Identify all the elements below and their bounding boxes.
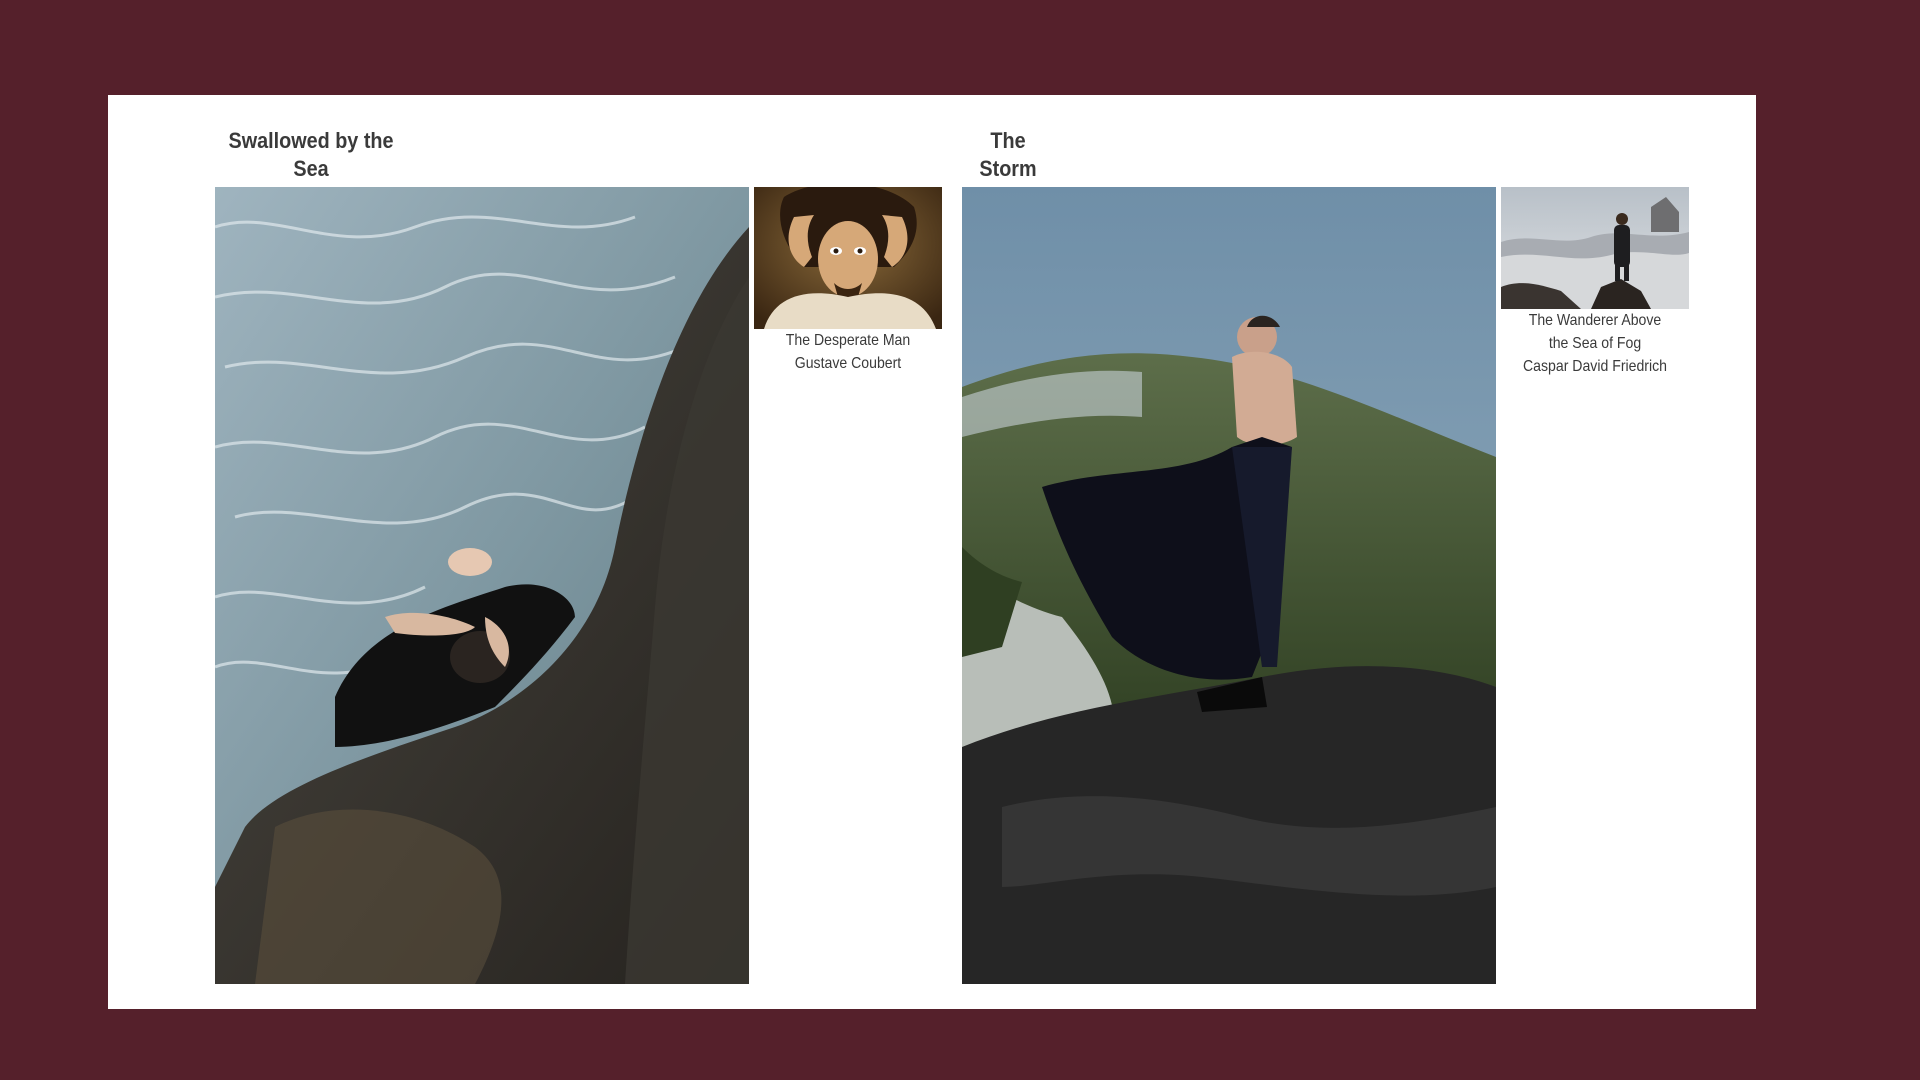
slide-panel: Swallowed by the Sea The Desperate Man G…	[108, 95, 1756, 1009]
section-title-storm: The Storm	[972, 127, 1044, 183]
section-title-line: Storm	[979, 156, 1037, 181]
reference-caption-wanderer: The Wanderer Above the Sea of Fog Caspar…	[1499, 309, 1691, 378]
main-photo-storm	[962, 187, 1496, 984]
reference-painting-desperate-man	[754, 187, 942, 329]
main-photo-sea	[215, 187, 749, 984]
caption-line: The Wanderer Above	[1528, 312, 1662, 329]
section-title-line: The	[990, 128, 1026, 153]
caption-line: the Sea of Fog	[1548, 335, 1642, 352]
reference-caption-desperate-man: The Desperate Man Gustave Coubert	[756, 329, 939, 375]
caption-line: Caspar David Friedrich	[1523, 358, 1667, 375]
caption-line: The Desperate Man	[785, 332, 911, 349]
caption-line: Gustave Coubert	[794, 355, 902, 372]
section-title-line: Sea	[293, 156, 329, 181]
section-title-line: Swallowed by the	[228, 128, 394, 153]
section-title-swallowed: Swallowed by the Sea	[226, 127, 397, 183]
reference-painting-wanderer	[1501, 187, 1689, 309]
